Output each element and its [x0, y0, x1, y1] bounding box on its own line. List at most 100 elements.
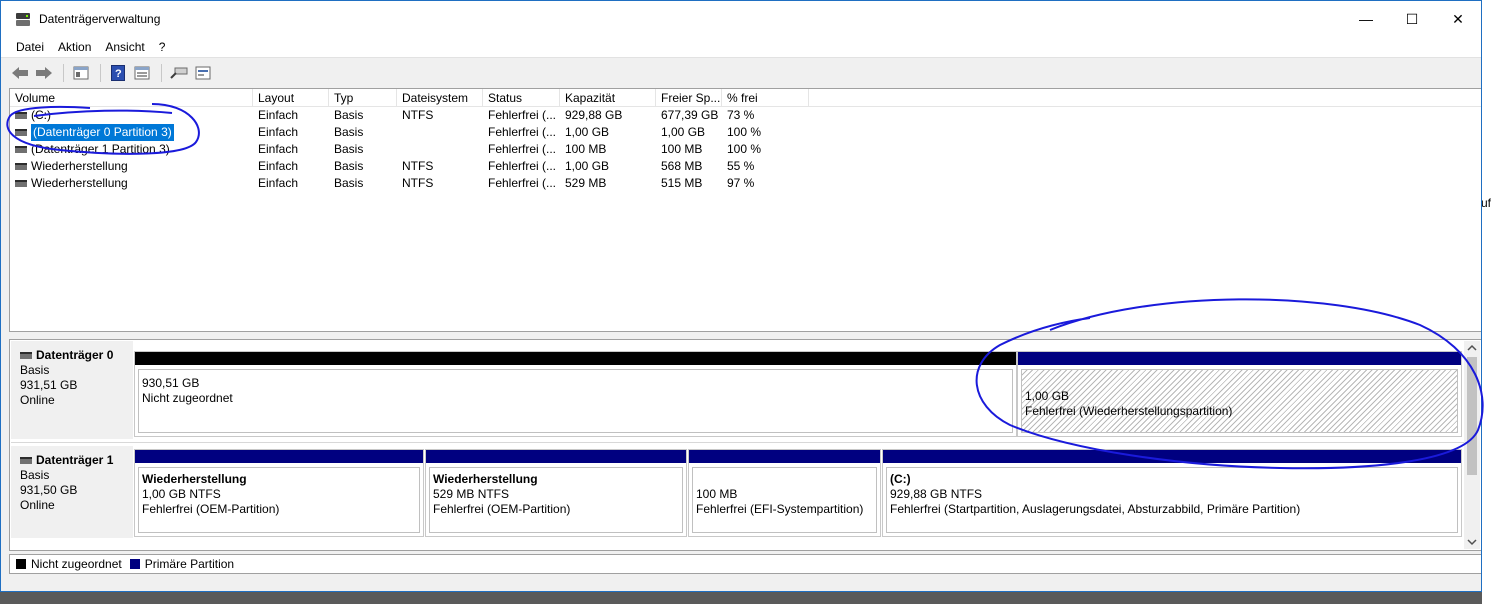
- column-header-layout[interactable]: Layout: [253, 89, 329, 107]
- column-header-prozent-frei[interactable]: % frei: [722, 89, 809, 107]
- table-row[interactable]: Wiederherstellung Einfach Basis NTFS Feh…: [10, 175, 1481, 192]
- partition-status: Fehlerfrei (Startpartition, Auslagerungs…: [890, 502, 1301, 516]
- disk-name: Datenträger 1: [36, 453, 114, 467]
- back-arrow-icon: [12, 66, 28, 79]
- table-cell-dateisystem: NTFS: [402, 108, 434, 122]
- volume-list: Volume Layout Typ Dateisystem Status Kap…: [9, 88, 1481, 332]
- menu-ansicht[interactable]: Ansicht: [98, 40, 151, 54]
- menu-help[interactable]: ?: [152, 40, 173, 54]
- disk-size: 931,50 GB: [20, 483, 78, 497]
- volume-drive-icon: [15, 129, 27, 136]
- table-cell-volume: Wiederherstellung: [31, 176, 128, 190]
- table-cell-kapazitaet: 1,00 GB: [565, 125, 610, 139]
- rescan-icon: [170, 67, 188, 79]
- properties-icon: [73, 66, 89, 79]
- table-cell-kapazitaet: 929,88 GB: [565, 108, 623, 122]
- partition-size: 1,00 GB: [1025, 389, 1070, 403]
- minimize-button[interactable]: —: [1343, 1, 1389, 37]
- table-cell-freier-speicher: 100 MB: [661, 142, 703, 156]
- partition-title: (C:): [890, 472, 911, 486]
- column-header-status[interactable]: Status: [483, 89, 560, 107]
- partition-status: Fehlerfrei (Wiederherstellungspartition): [1025, 404, 1233, 418]
- partition-size: 929,88 GB NTFS: [890, 487, 983, 501]
- rescan-button[interactable]: [168, 62, 190, 84]
- table-cell-typ: Basis: [334, 176, 364, 190]
- table-cell-status: Fehlerfrei (...: [488, 159, 557, 173]
- toolbar-separator: [100, 63, 101, 82]
- table-cell-status: Fehlerfrei (...: [488, 108, 557, 122]
- partition-size: 529 MB NTFS: [433, 487, 510, 501]
- disk-pane-scrollbar[interactable]: [1464, 341, 1480, 549]
- table-cell-volume: (Datenträger 0 Partition 3): [31, 124, 174, 141]
- disk-divider: [11, 442, 1464, 443]
- table-cell-status: Fehlerfrei (...: [488, 142, 557, 156]
- table-cell-prozent-frei: 100 %: [727, 142, 762, 156]
- menu-aktion[interactable]: Aktion: [51, 40, 98, 54]
- scroll-up-icon[interactable]: [1467, 344, 1477, 352]
- table-cell-typ: Basis: [334, 159, 364, 173]
- partition-unallocated[interactable]: 930,51 GB Nicht zugeordnet: [134, 351, 1017, 437]
- table-row[interactable]: Wiederherstellung Einfach Basis NTFS Feh…: [10, 158, 1481, 175]
- partition-status: Fehlerfrei (OEM-Partition): [433, 502, 571, 516]
- partition-recovery-disk-0[interactable]: 1,00 GB Fehlerfrei (Wiederherstellungspa…: [1017, 351, 1462, 437]
- disk-1-label[interactable]: Datenträger 1 Basis 931,50 GB Online: [11, 446, 133, 538]
- table-row-selected[interactable]: (Datenträger 0 Partition 3) Einfach Basi…: [10, 124, 1481, 141]
- disk-management-window: Datenträgerverwaltung — ☐ ✕ Datei Aktion…: [0, 0, 1482, 592]
- table-cell-prozent-frei: 97 %: [727, 176, 755, 190]
- toolbar-separator: [63, 63, 64, 82]
- partition-c-drive[interactable]: (C:) 929,88 GB NTFS Fehlerfrei (Startpar…: [882, 449, 1462, 537]
- partition-title: Wiederherstellung: [433, 472, 538, 486]
- settings-button[interactable]: [192, 62, 214, 84]
- partition-color-bar: [135, 450, 423, 463]
- disk-management-app-icon: [15, 11, 31, 27]
- table-cell-typ: Basis: [334, 108, 364, 122]
- table-cell-kapazitaet: 1,00 GB: [565, 159, 610, 173]
- background-window-text: uf: [1481, 196, 1492, 210]
- status-bar: [1, 575, 1481, 591]
- scrollbar-thumb[interactable]: [1467, 357, 1477, 475]
- window-title: Datenträgerverwaltung: [39, 12, 161, 26]
- column-header-volume[interactable]: Volume: [10, 89, 253, 107]
- properties-button[interactable]: [70, 62, 92, 84]
- table-row[interactable]: (Datenträger 1 Partition 3) Einfach Basi…: [10, 141, 1481, 158]
- table-cell-dateisystem: NTFS: [402, 176, 434, 190]
- partition-title: Wiederherstellung: [142, 472, 247, 486]
- disk-state: Online: [20, 393, 55, 407]
- disk-name: Datenträger 0: [36, 348, 114, 362]
- table-cell-status: Fehlerfrei (...: [488, 125, 557, 139]
- back-button[interactable]: [9, 62, 31, 84]
- table-cell-layout: Einfach: [258, 176, 299, 190]
- menu-datei[interactable]: Datei: [9, 40, 51, 54]
- table-row[interactable]: (C:) Einfach Basis NTFS Fehlerfrei (... …: [10, 107, 1481, 124]
- table-cell-typ: Basis: [334, 142, 364, 156]
- disk-0-label[interactable]: Datenträger 0 Basis 931,51 GB Online: [11, 341, 133, 439]
- disk-drive-icon: [20, 457, 32, 464]
- table-cell-prozent-frei: 73 %: [727, 108, 755, 122]
- maximize-button[interactable]: ☐: [1389, 1, 1435, 37]
- column-header-dateisystem[interactable]: Dateisystem: [397, 89, 483, 107]
- close-button[interactable]: ✕: [1435, 1, 1481, 37]
- partition-efi-system[interactable]: 100 MB Fehlerfrei (EFI-Systempartition): [688, 449, 881, 537]
- column-header-typ[interactable]: Typ: [329, 89, 397, 107]
- table-cell-prozent-frei: 100 %: [727, 125, 762, 139]
- table-cell-status: Fehlerfrei (...: [488, 176, 557, 190]
- toolbar-separator: [161, 63, 162, 82]
- table-cell-layout: Einfach: [258, 108, 299, 122]
- partition-oem-recovery-2[interactable]: Wiederherstellung 529 MB NTFS Fehlerfrei…: [425, 449, 687, 537]
- table-cell-layout: Einfach: [258, 125, 299, 139]
- column-header-kapazitaet[interactable]: Kapazität: [560, 89, 656, 107]
- partition-size: 100 MB: [696, 487, 738, 501]
- console-tree-button[interactable]: [131, 62, 153, 84]
- partition-status: Nicht zugeordnet: [142, 391, 233, 405]
- disk-drive-icon: [20, 352, 32, 359]
- scroll-down-icon[interactable]: [1467, 538, 1477, 546]
- partition-oem-recovery-1[interactable]: Wiederherstellung 1,00 GB NTFS Fehlerfre…: [134, 449, 424, 537]
- table-cell-kapazitaet: 100 MB: [565, 142, 607, 156]
- help-button[interactable]: ?: [107, 62, 129, 84]
- volume-drive-icon: [15, 163, 27, 170]
- title-bar[interactable]: Datenträgerverwaltung — ☐ ✕: [1, 1, 1481, 37]
- partition-size: 930,51 GB: [142, 376, 200, 390]
- forward-button[interactable]: [33, 62, 55, 84]
- column-header-freier-speicher[interactable]: Freier Sp...: [656, 89, 722, 107]
- volume-drive-icon: [15, 180, 27, 187]
